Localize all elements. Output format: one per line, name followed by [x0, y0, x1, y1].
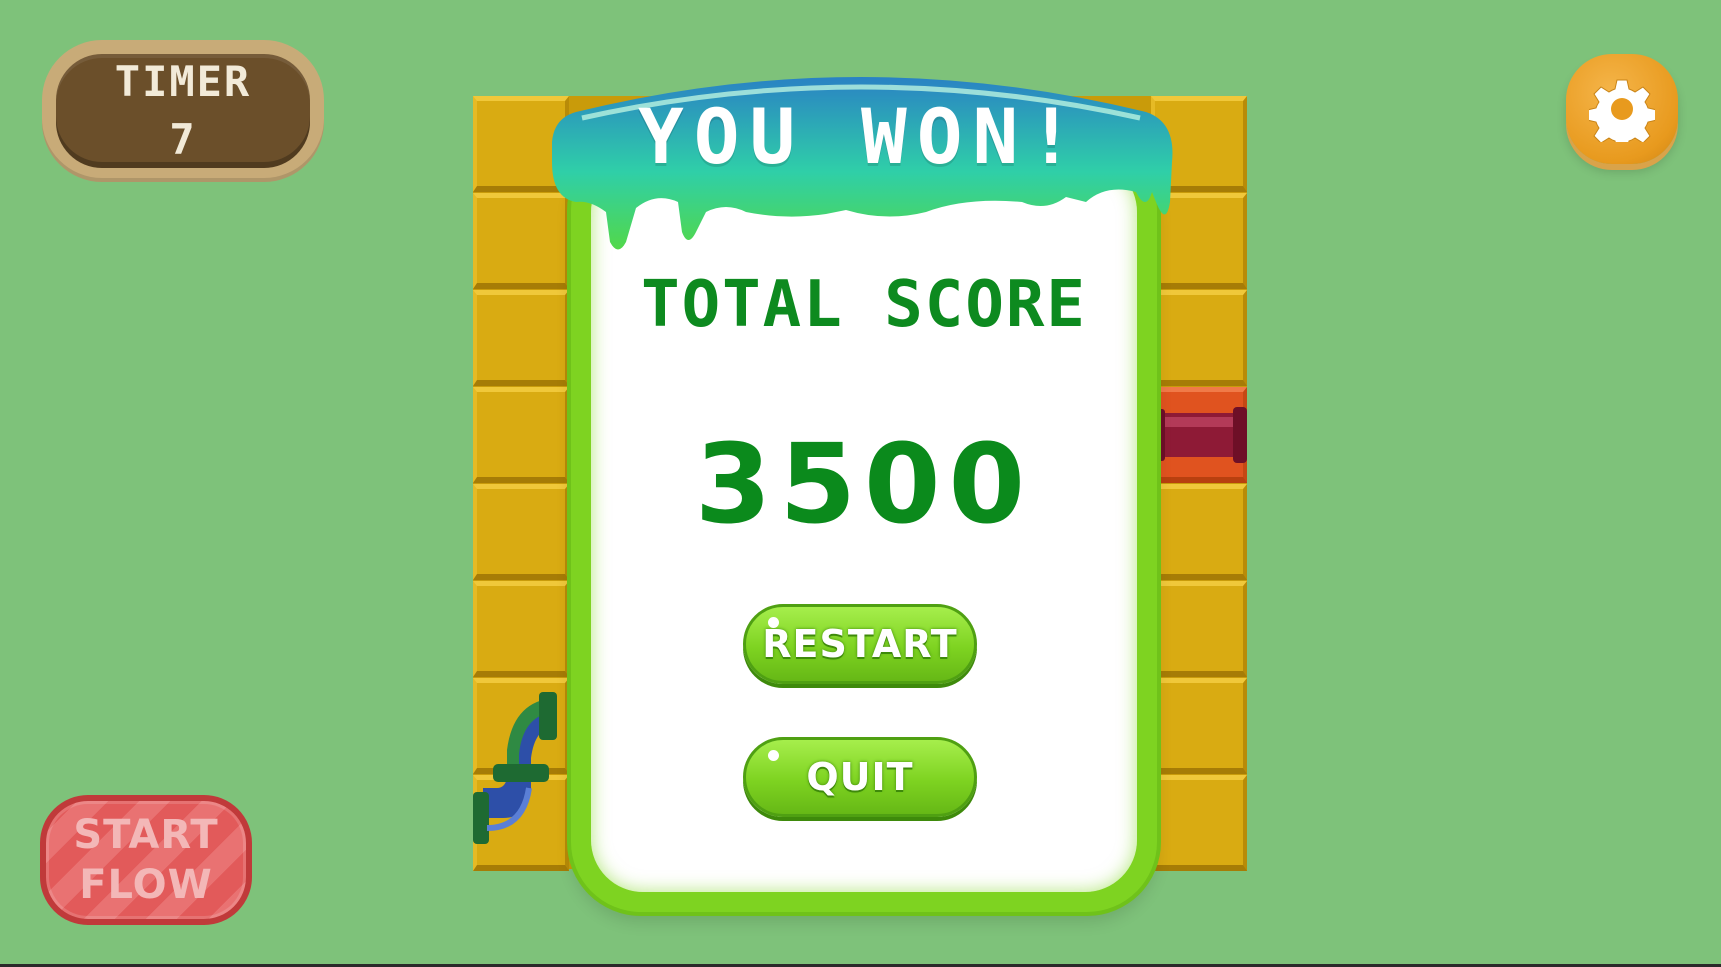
timer-label: TIMER	[114, 57, 252, 106]
timer-display: TIMER 7	[56, 54, 310, 168]
elbow-pipe-icon	[473, 692, 557, 844]
total-score-label: TOTAL SCORE	[641, 268, 1087, 342]
timer-value: 7	[169, 115, 197, 164]
board-tile[interactable]	[1151, 581, 1247, 677]
settings-button[interactable]	[1566, 54, 1678, 164]
start-flow-label-line2: FLOW	[79, 862, 213, 908]
end-pipe-icon	[1155, 407, 1247, 463]
restart-button[interactable]: RESTART	[743, 604, 977, 684]
result-title: YOU WON!	[637, 92, 1085, 181]
quit-button-label: QUIT	[806, 755, 914, 799]
total-score-value: 3500	[694, 420, 1034, 548]
game-screen: YOU WON! TOTAL SCORE 3500 RESTART QUIT T…	[0, 0, 1721, 967]
start-flow-button[interactable]: START FLOW	[40, 795, 252, 925]
board-tile[interactable]	[1151, 678, 1247, 774]
board-tile[interactable]	[473, 290, 569, 386]
board-tile[interactable]	[1151, 775, 1247, 871]
button-highlight	[768, 617, 779, 628]
gear-icon	[1589, 79, 1655, 142]
board-tile[interactable]	[1151, 484, 1247, 580]
board-tile[interactable]	[1151, 290, 1247, 386]
board-tile[interactable]	[473, 581, 569, 677]
button-highlight	[768, 750, 779, 761]
timer-panel: TIMER 7	[42, 40, 324, 182]
quit-button[interactable]: QUIT	[743, 737, 977, 817]
start-flow-label-line1: START	[73, 812, 219, 858]
board-tile[interactable]	[473, 387, 569, 483]
board-tile[interactable]	[473, 484, 569, 580]
restart-button-label: RESTART	[762, 622, 958, 666]
